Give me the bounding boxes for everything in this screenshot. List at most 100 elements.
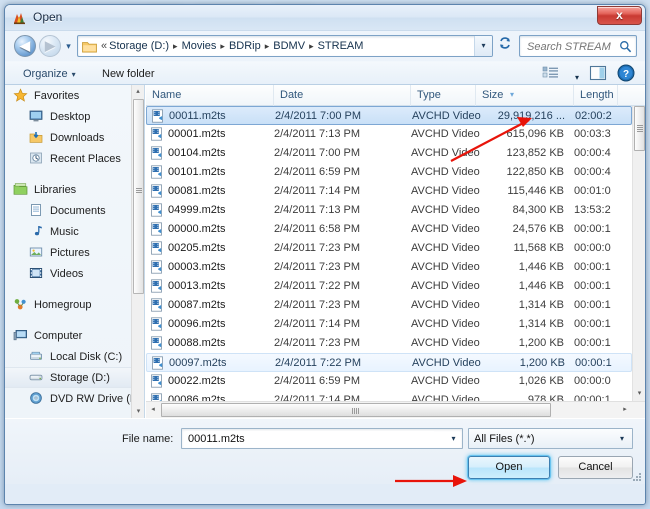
file-list-vertical-scrollbar[interactable]: ▾ bbox=[632, 106, 645, 401]
hard-disk-icon bbox=[29, 349, 45, 365]
sidebar-item-videos[interactable]: Videos bbox=[5, 263, 144, 284]
sidebar-label: Music bbox=[50, 225, 79, 238]
file-name: 00001.m2ts bbox=[168, 128, 226, 140]
cancel-button[interactable]: Cancel bbox=[558, 456, 633, 479]
address-dropdown-button[interactable]: ▾ bbox=[474, 36, 492, 56]
table-row[interactable]: 00104.m2ts 2/4/2011 7:00 PM AVCHD Video 123… bbox=[146, 144, 632, 163]
table-row[interactable]: 00022.m2ts 2/4/2011 6:59 PM AVCHD Video 1,0… bbox=[146, 372, 632, 391]
breadcrumb-separator[interactable]: ▸ bbox=[305, 41, 318, 52]
sidebar-item-recent-places[interactable]: Recent Places bbox=[5, 148, 144, 169]
resize-grip[interactable] bbox=[632, 472, 642, 482]
sidebar-scroll-up-button[interactable]: ▴ bbox=[132, 85, 144, 98]
sidebar-scrollbar[interactable]: ▴ ▾ bbox=[131, 85, 144, 418]
table-row[interactable]: 00001.m2ts 2/4/2011 7:13 PM AVCHD Video 615… bbox=[146, 125, 632, 144]
breadcrumb-item-bdrip[interactable]: BDRip bbox=[229, 40, 261, 52]
file-type: AVCHD Video bbox=[412, 357, 481, 369]
column-header-type[interactable]: Type bbox=[411, 85, 476, 106]
organize-button[interactable]: Organize ▾ bbox=[23, 66, 76, 83]
sidebar-item-storage-d[interactable]: Storage (D:) bbox=[5, 367, 144, 388]
file-length: 02:00:2 bbox=[575, 110, 612, 122]
sort-descending-icon: ▾ bbox=[510, 90, 515, 99]
sidebar-scroll-thumb[interactable] bbox=[133, 99, 144, 294]
new-folder-button[interactable]: New folder bbox=[102, 66, 155, 83]
breadcrumb-item-movies[interactable]: Movies bbox=[182, 40, 217, 52]
file-length: 00:03:3 bbox=[574, 128, 611, 140]
sidebar-item-local-disk-c[interactable]: Local Disk (C:) bbox=[5, 346, 144, 367]
sidebar-item-downloads[interactable]: Downloads bbox=[5, 127, 144, 148]
breadcrumb-separator[interactable]: ▸ bbox=[261, 41, 274, 52]
file-length: 13:53:2 bbox=[574, 204, 611, 216]
filename-combobox[interactable]: ▾ bbox=[181, 428, 463, 449]
recent-locations-button[interactable]: ▾ bbox=[63, 41, 74, 52]
sidebar-item-pictures[interactable]: Pictures bbox=[5, 242, 144, 263]
back-button[interactable]: ◀ bbox=[14, 35, 36, 57]
table-row[interactable]: 00096.m2ts 2/4/2011 7:14 PM AVCHD Video 1,3… bbox=[146, 315, 632, 334]
scroll-left-button[interactable]: ◂ bbox=[146, 402, 160, 418]
navigation-bar: ◀ ▶ ▾ « Storage (D:) ▸ Movies ▸ BDRip ▸ … bbox=[5, 31, 645, 61]
search-box[interactable] bbox=[519, 35, 637, 57]
sidebar-item-desktop[interactable]: Desktop bbox=[5, 106, 144, 127]
filename-dropdown-button[interactable]: ▾ bbox=[445, 429, 462, 448]
file-type-combobox[interactable]: All Files (*.*) ▾ bbox=[468, 428, 633, 449]
view-dropdown-button[interactable]: ▾ bbox=[575, 69, 579, 86]
search-input[interactable] bbox=[525, 38, 617, 55]
sidebar-item-homegroup[interactable]: Homegroup bbox=[5, 294, 144, 315]
table-row[interactable]: 00086.m2ts 2/4/2011 7:14 PM AVCHD Video 978… bbox=[146, 391, 632, 401]
table-row[interactable]: 00205.m2ts 2/4/2011 7:23 PM AVCHD Video 11,… bbox=[146, 239, 632, 258]
filename-input[interactable] bbox=[186, 431, 434, 447]
file-length: 00:00:1 bbox=[574, 318, 611, 330]
column-header-date[interactable]: Date bbox=[274, 85, 411, 106]
change-view-button[interactable] bbox=[542, 65, 562, 83]
file-size: 1,446 KB bbox=[518, 261, 564, 273]
breadcrumb-item-bdmv[interactable]: BDMV bbox=[273, 40, 305, 52]
table-row[interactable]: 00011.m2ts 2/4/2011 7:00 PM AVCHD Video 29,… bbox=[146, 106, 632, 125]
preview-pane-button[interactable] bbox=[589, 65, 609, 83]
table-row[interactable]: 00081.m2ts 2/4/2011 7:14 PM AVCHD Video 115… bbox=[146, 182, 632, 201]
file-list-horizontal-scrollbar[interactable]: ◂ ▸ bbox=[146, 401, 645, 418]
sidebar-item-music[interactable]: Music bbox=[5, 221, 144, 242]
sidebar-scroll-down-button[interactable]: ▾ bbox=[132, 405, 144, 418]
breadcrumb-separator[interactable]: ▸ bbox=[216, 41, 229, 52]
file-length: 00:00:4 bbox=[574, 166, 611, 178]
sidebar-label: Documents bbox=[50, 204, 106, 217]
column-header-size[interactable]: Size ▾ bbox=[476, 85, 574, 106]
scroll-down-button[interactable]: ▾ bbox=[633, 387, 645, 401]
file-name: 00101.m2ts bbox=[168, 166, 226, 178]
scroll-right-button[interactable]: ▸ bbox=[618, 402, 632, 418]
file-name: 00205.m2ts bbox=[168, 242, 226, 254]
close-button[interactable]: x bbox=[597, 6, 642, 25]
open-button[interactable]: Open bbox=[468, 456, 550, 479]
avchd-video-file-icon bbox=[150, 127, 164, 141]
file-size: 29,919,216 ... bbox=[497, 110, 565, 122]
breadcrumb-overflow[interactable]: « bbox=[101, 40, 109, 52]
sidebar-item-dvd-drive-e[interactable]: DVD RW Drive (E: bbox=[5, 388, 144, 409]
sidebar-item-documents[interactable]: Documents bbox=[5, 200, 144, 221]
table-row[interactable]: 00097.m2ts 2/4/2011 7:22 PM AVCHD Video 1,2… bbox=[146, 353, 632, 372]
column-header-length[interactable]: Length bbox=[574, 85, 618, 106]
breadcrumb-item-stream[interactable]: STREAM bbox=[318, 40, 364, 52]
table-row[interactable]: 00101.m2ts 2/4/2011 6:59 PM AVCHD Video 122… bbox=[146, 163, 632, 182]
column-header-name[interactable]: Name bbox=[146, 85, 274, 106]
file-size: 1,026 KB bbox=[518, 375, 564, 387]
table-row[interactable]: 00088.m2ts 2/4/2011 7:23 PM AVCHD Video 1,2… bbox=[146, 334, 632, 353]
sidebar-item-favorites[interactable]: Favorites bbox=[5, 85, 144, 106]
breadcrumb-item-storage[interactable]: Storage (D:) bbox=[109, 40, 169, 52]
table-row[interactable]: 00003.m2ts 2/4/2011 7:23 PM AVCHD Video 1,4… bbox=[146, 258, 632, 277]
address-bar[interactable]: « Storage (D:) ▸ Movies ▸ BDRip ▸ BDMV ▸… bbox=[77, 35, 493, 57]
file-date: 2/4/2011 7:23 PM bbox=[274, 261, 361, 273]
file-name: 00087.m2ts bbox=[168, 299, 226, 311]
sidebar-item-libraries[interactable]: Libraries bbox=[5, 179, 144, 200]
table-row[interactable]: 04999.m2ts 2/4/2011 7:13 PM AVCHD Video 84,… bbox=[146, 201, 632, 220]
help-button[interactable]: ? bbox=[617, 64, 636, 83]
table-row[interactable]: 00087.m2ts 2/4/2011 7:23 PM AVCHD Video 1,3… bbox=[146, 296, 632, 315]
breadcrumb-separator[interactable]: ▸ bbox=[169, 41, 182, 52]
file-date: 2/4/2011 7:23 PM bbox=[274, 299, 361, 311]
horizontal-scroll-thumb[interactable] bbox=[161, 403, 551, 417]
table-row[interactable]: 00000.m2ts 2/4/2011 6:58 PM AVCHD Video 24,… bbox=[146, 220, 632, 239]
refresh-button[interactable] bbox=[495, 35, 515, 57]
file-date: 2/4/2011 7:22 PM bbox=[275, 357, 362, 369]
sidebar-item-computer[interactable]: Computer bbox=[5, 325, 144, 346]
vertical-scroll-thumb[interactable] bbox=[634, 106, 645, 151]
forward-button[interactable]: ▶ bbox=[39, 35, 61, 57]
table-row[interactable]: 00013.m2ts 2/4/2011 7:22 PM AVCHD Video 1,4… bbox=[146, 277, 632, 296]
